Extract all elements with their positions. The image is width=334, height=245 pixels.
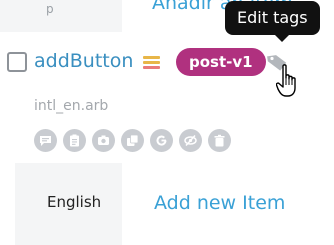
hide-icon[interactable] <box>179 129 202 152</box>
tag-badge[interactable]: post-v1 <box>176 48 266 76</box>
lines-icon <box>143 56 160 69</box>
previous-row-language-label: p <box>46 2 54 16</box>
copy-icon[interactable] <box>121 129 144 152</box>
delete-icon[interactable] <box>208 129 231 152</box>
key-name[interactable]: addButton <box>34 50 133 72</box>
hand-cursor-icon <box>276 64 296 97</box>
key-select-checkbox[interactable] <box>7 52 27 72</box>
clipboard-icon[interactable] <box>63 129 86 152</box>
key-file-name: intl_en.arb <box>34 98 109 114</box>
edit-tags-tooltip: Edit tags <box>225 1 320 42</box>
key-action-icons <box>34 129 231 152</box>
previous-row-language-cell: p <box>0 0 122 32</box>
screenshot-icon[interactable] <box>92 129 115 152</box>
language-cell: English <box>15 163 122 245</box>
language-label: English <box>47 193 102 211</box>
google-translate-icon[interactable] <box>150 129 173 152</box>
translation-row: English Add new Item <box>15 163 334 245</box>
comment-icon[interactable] <box>34 129 57 152</box>
translation-value[interactable]: Add new Item <box>154 192 285 214</box>
